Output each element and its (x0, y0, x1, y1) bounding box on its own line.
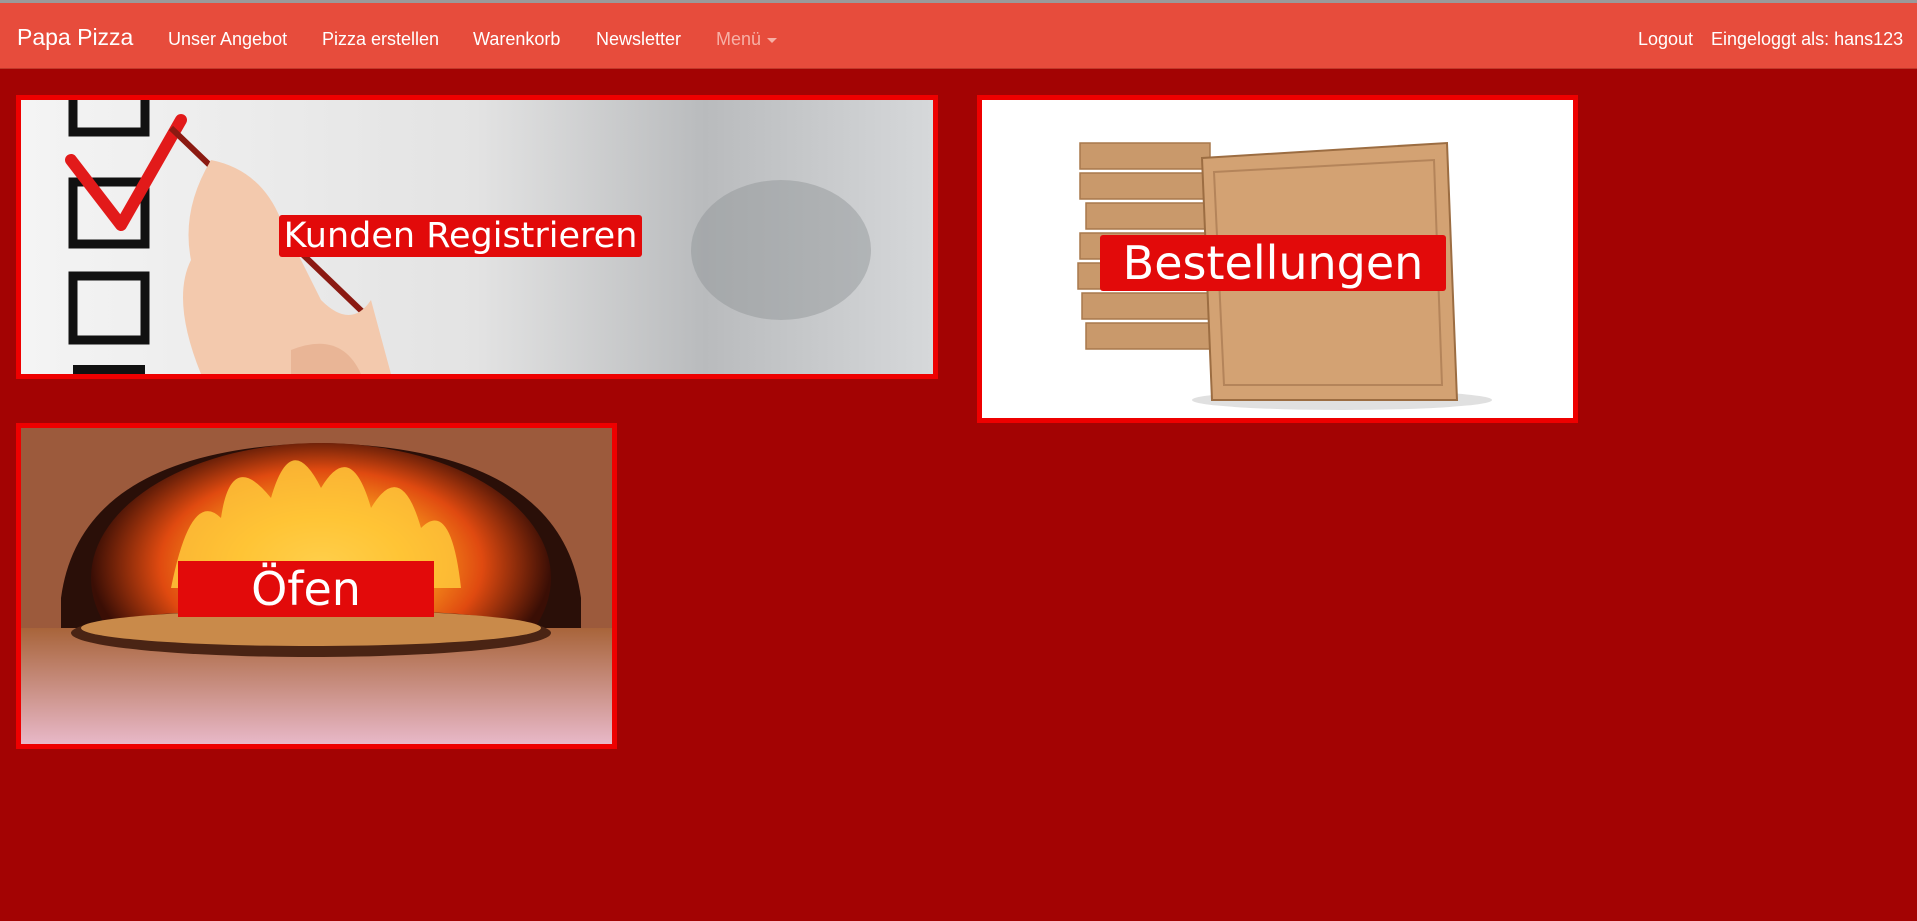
tile-label-kunden-registrieren: Kunden Registrieren (279, 215, 642, 257)
nav-newsletter[interactable]: Newsletter (596, 29, 681, 50)
nav-menu-dropdown[interactable]: Menü (716, 29, 778, 50)
caret-down-icon (767, 37, 778, 43)
navbar: Papa Pizza Unser Angebot Pizza erstellen… (0, 3, 1917, 69)
brand-link[interactable]: Papa Pizza (17, 24, 133, 51)
nav-warenkorb[interactable]: Warenkorb (473, 29, 560, 50)
tile-label-bestellungen: Bestellungen (1100, 235, 1446, 291)
logout-link[interactable]: Logout (1638, 29, 1693, 50)
tile-kunden-registrieren[interactable]: Kunden Registrieren (16, 95, 938, 379)
tile-label-oefen: Öfen (178, 561, 434, 617)
tile-oefen[interactable]: Öfen (16, 423, 617, 749)
nav-menu-label: Menü (716, 29, 762, 49)
nav-unser-angebot[interactable]: Unser Angebot (168, 29, 287, 50)
tile-bestellungen[interactable]: Bestellungen (977, 95, 1578, 423)
nav-pizza-erstellen[interactable]: Pizza erstellen (322, 29, 439, 50)
logged-in-status: Eingeloggt als: hans123 (1711, 29, 1904, 49)
